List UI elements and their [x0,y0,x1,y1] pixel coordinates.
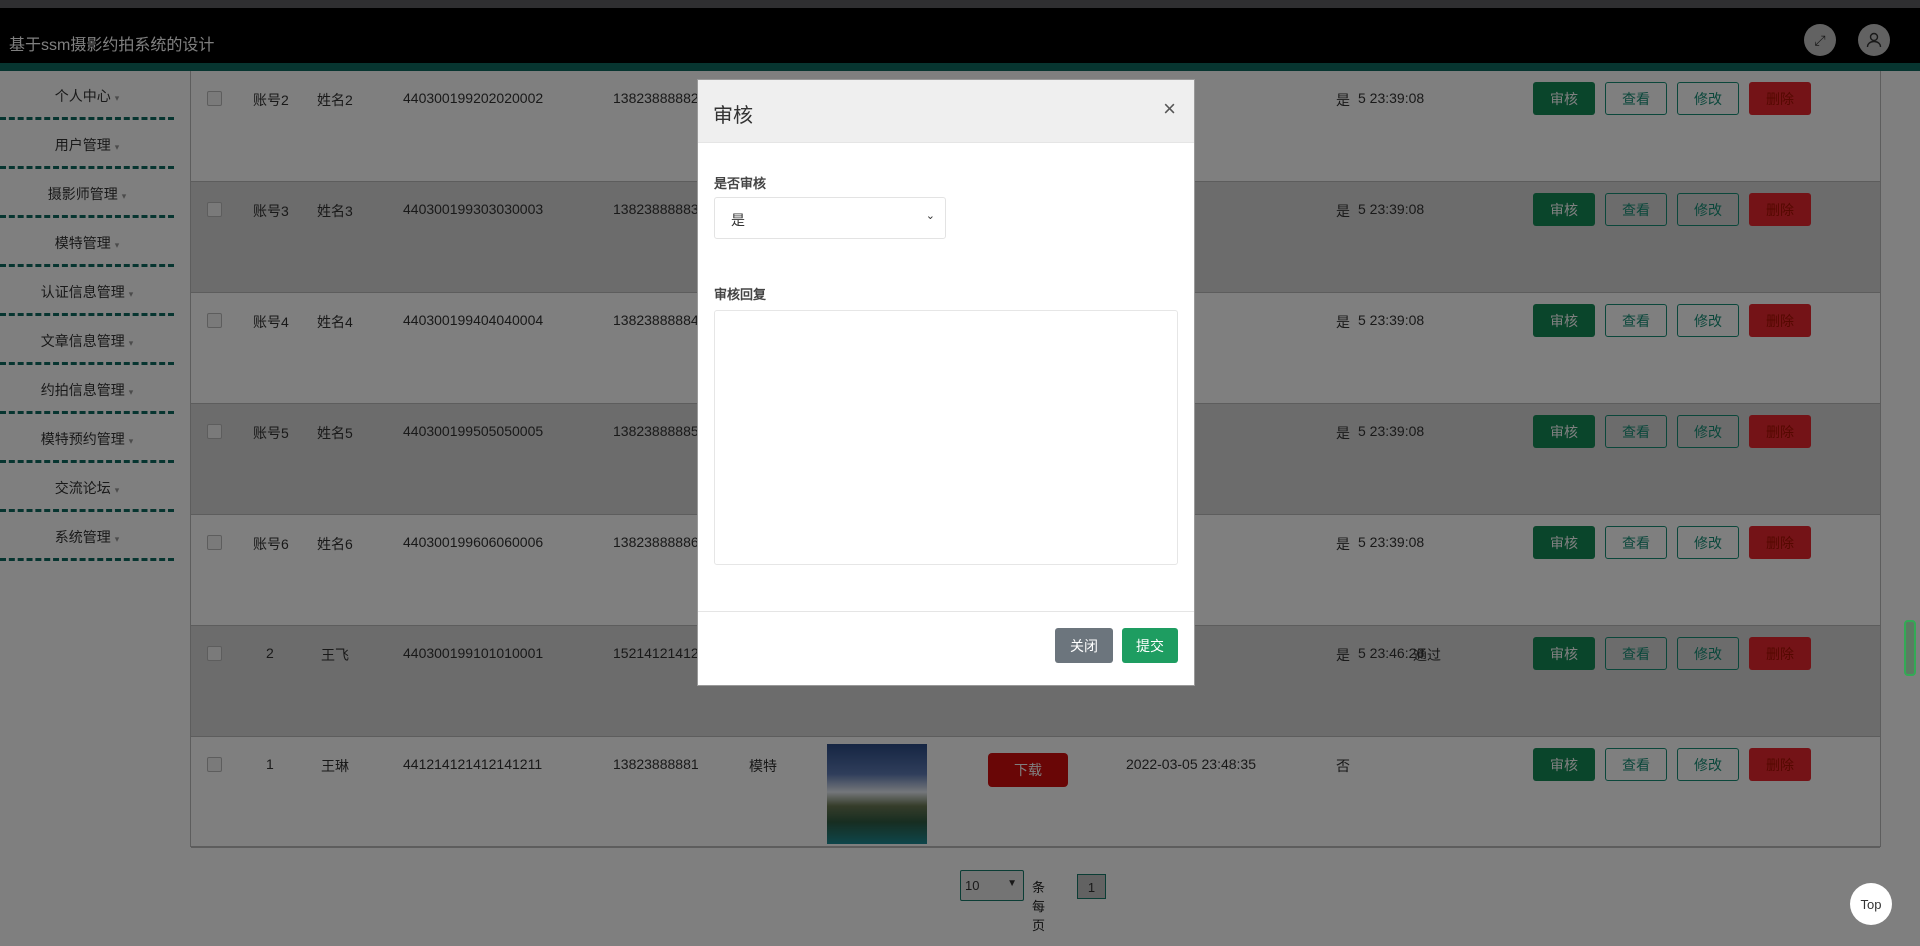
audit-reply-label: 审核回复 [714,287,767,302]
audit-status-select[interactable]: 是 ⌄ [714,197,946,239]
audit-reply-textarea[interactable] [714,310,1178,565]
submit-button[interactable]: 提交 [1122,628,1178,663]
close-button[interactable]: 关闭 [1055,628,1113,663]
audit-status-label: 是否审核 [714,176,767,191]
scrollbar-thumb[interactable] [1904,620,1916,676]
close-icon[interactable]: × [1163,96,1176,122]
dialog-title: 审核 [713,105,753,127]
back-to-top-button[interactable]: Top [1850,883,1892,925]
dialog-footer: 关闭 提交 [698,611,1194,686]
dialog-header: 审核 × [698,80,1194,143]
chevron-down-icon: ⌄ [925,210,935,222]
audit-status-value: 是 [731,212,745,228]
audit-dialog: 审核 × 是否审核 是 ⌄ 审核回复 关闭 提交 [697,79,1195,686]
